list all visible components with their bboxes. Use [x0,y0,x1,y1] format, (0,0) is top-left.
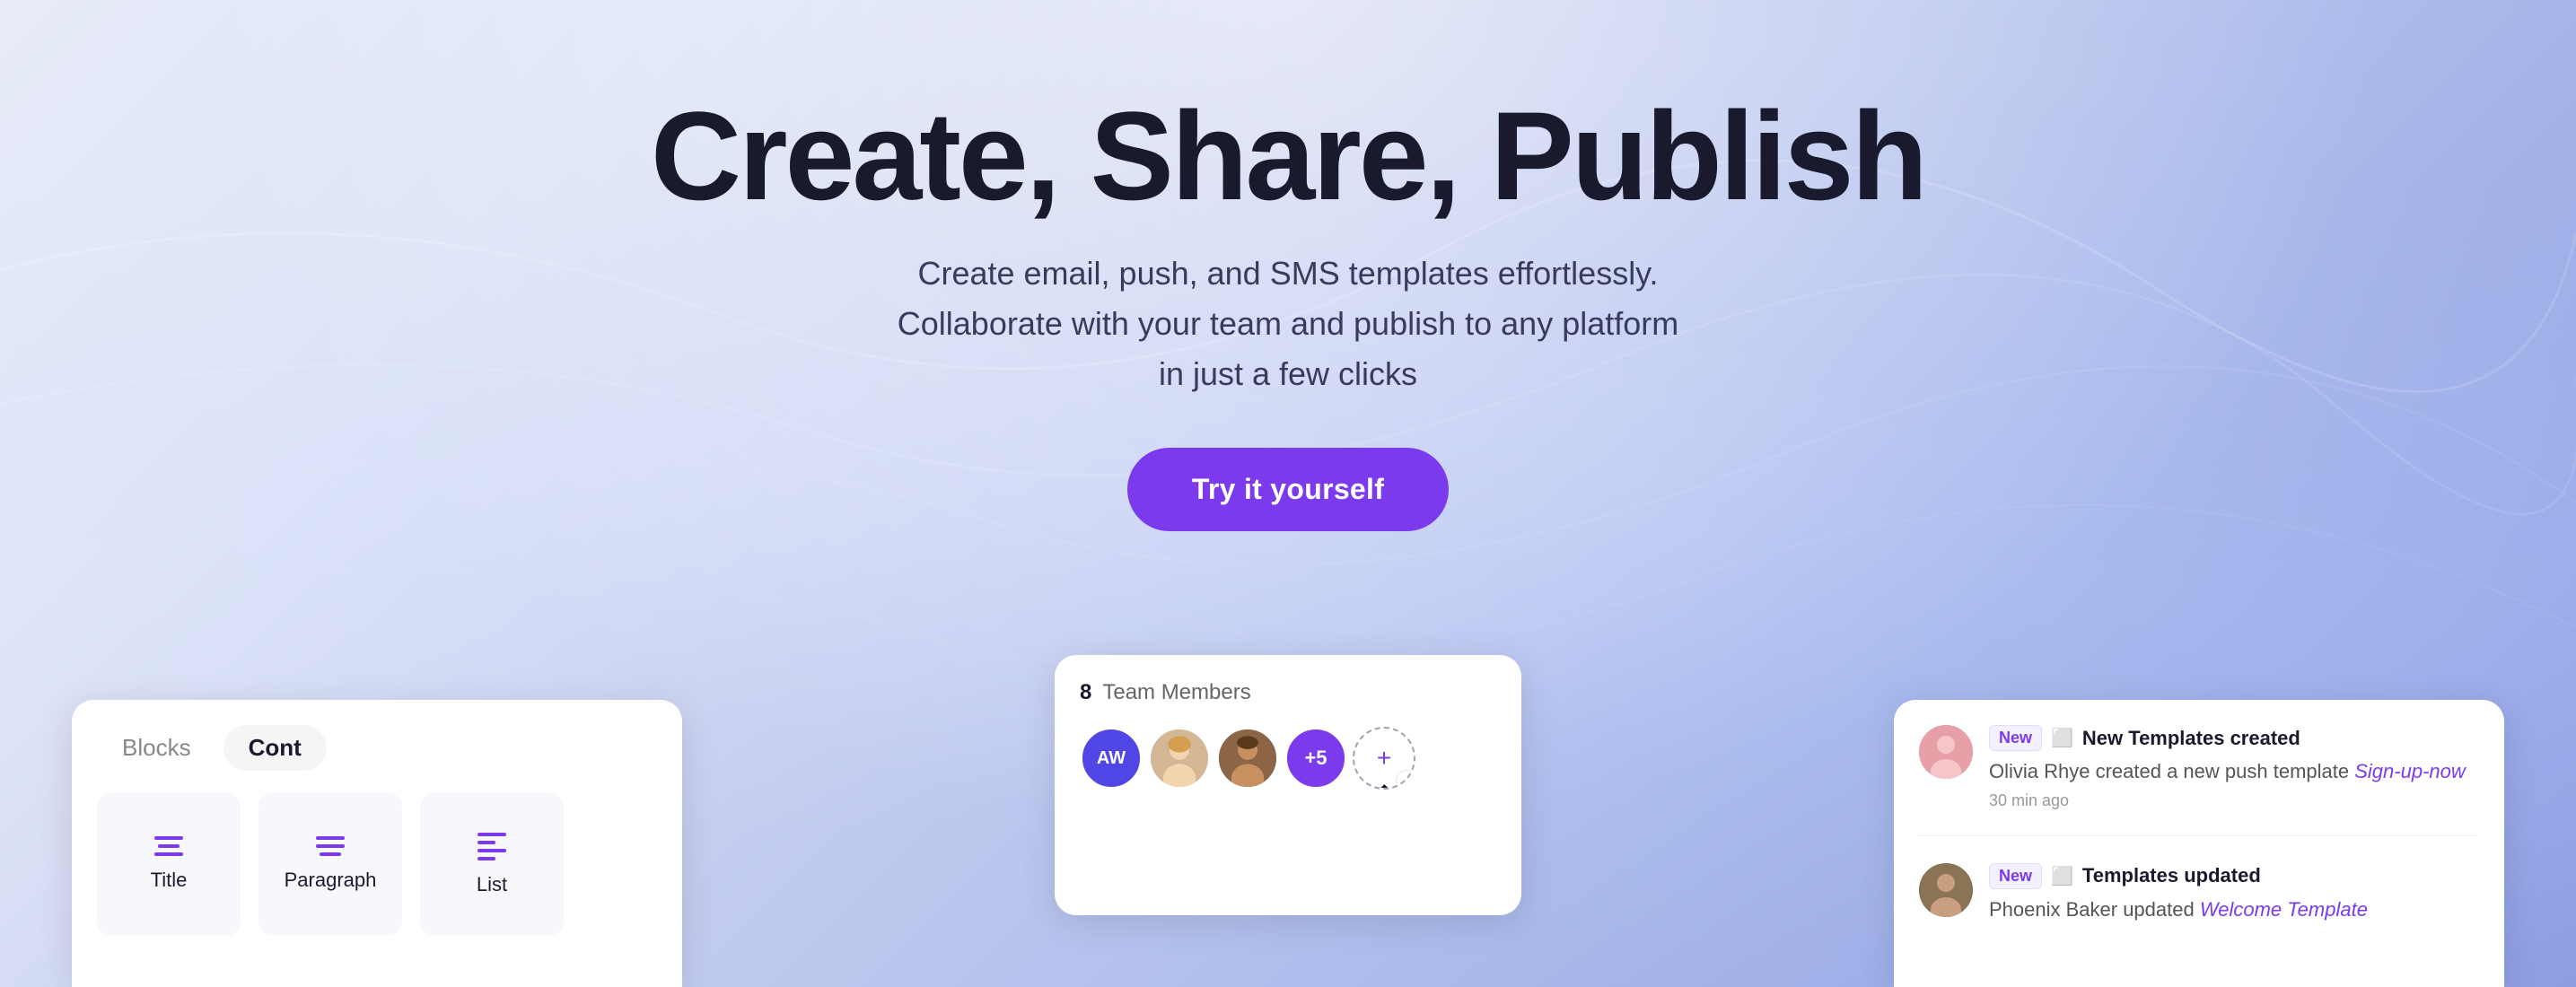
notifications-panel: New ⬜ New Templates created Olivia Rhye … [1894,700,2504,987]
notif-avatar-1 [1919,725,1973,779]
block-title[interactable]: Title [97,792,241,936]
team-count: 8 [1080,680,1091,705]
notif-header-2: New ⬜ Templates updated [1989,863,2479,889]
hero-section: Create, Share, Publish Create email, pus… [0,0,2576,531]
cursor-hint: ↗ [1406,769,1415,788]
block-list-label: List [477,873,507,896]
blocks-panel: Blocks Cont Title [72,700,682,987]
notif-header-1: New ⬜ New Templates created [1989,725,2479,751]
team-header: 8 Team Members [1080,680,1496,705]
notif-body-2: Phoenix Baker updated Welcome Template [1989,896,2479,924]
template-icon-1: ⬜ [2051,727,2073,749]
notif-badge-2: New [1989,863,2042,889]
notif-avatar-2 [1919,863,1973,917]
notif-body-1: Olivia Rhye created a new push template … [1989,758,2479,786]
avatar-add[interactable]: + ↗ Add member [1353,727,1415,790]
notif-body-prefix-1: Olivia Rhye created a new push template [1989,760,2354,782]
notif-title-2: Templates updated [2082,864,2261,887]
notif-title-1: New Templates created [2082,727,2300,750]
notif-content-2: New ⬜ Templates updated Phoenix Baker up… [1989,863,2479,924]
notif-body-prefix-2: Phoenix Baker updated [1989,898,2200,921]
blocks-grid: Title Paragraph [97,792,657,936]
panel-tabs: Blocks Cont [97,725,657,771]
tab-blocks[interactable]: Blocks [97,725,216,771]
notif-link-1[interactable]: Sign-up-now [2354,760,2466,782]
notif-link-2[interactable]: Welcome Template [2200,898,2368,921]
tab-content[interactable]: Cont [223,725,327,771]
try-it-yourself-button[interactable]: Try it yourself [1127,448,1449,531]
notification-item-1: New ⬜ New Templates created Olivia Rhye … [1919,725,2479,836]
notif-content-1: New ⬜ New Templates created Olivia Rhye … [1989,725,2479,810]
avatar-plus5[interactable]: +5 [1284,727,1347,790]
notif-time-1: 30 min ago [1989,791,2479,810]
notification-item-2: New ⬜ Templates updated Phoenix Baker up… [1919,863,2479,949]
template-icon-2: ⬜ [2051,865,2073,887]
avatar-photo1[interactable] [1148,727,1211,790]
paragraph-icon [316,836,345,856]
avatar-aw-initials: AW [1097,748,1126,769]
list-icon [478,833,506,860]
hero-subtitle: Create email, push, and SMS templates ef… [884,249,1692,398]
avatar-aw[interactable]: AW [1080,727,1143,790]
team-members-card: 8 Team Members AW [1055,655,1521,915]
block-list[interactable]: List [420,792,564,936]
title-icon [154,836,183,856]
block-paragraph-label: Paragraph [285,869,377,892]
block-paragraph[interactable]: Paragraph [258,792,402,936]
cards-area: Blocks Cont Title [0,664,2576,987]
block-title-label: Title [151,869,188,892]
notif-badge-1: New [1989,725,2042,751]
avatar-photo2[interactable] [1216,727,1279,790]
avatar-plus5-label: +5 [1304,747,1327,770]
team-label: Team Members [1102,680,1250,705]
team-avatars: AW +5 [1080,727,1496,790]
add-icon: + [1377,744,1391,773]
hero-title: Create, Share, Publish [651,90,1925,222]
